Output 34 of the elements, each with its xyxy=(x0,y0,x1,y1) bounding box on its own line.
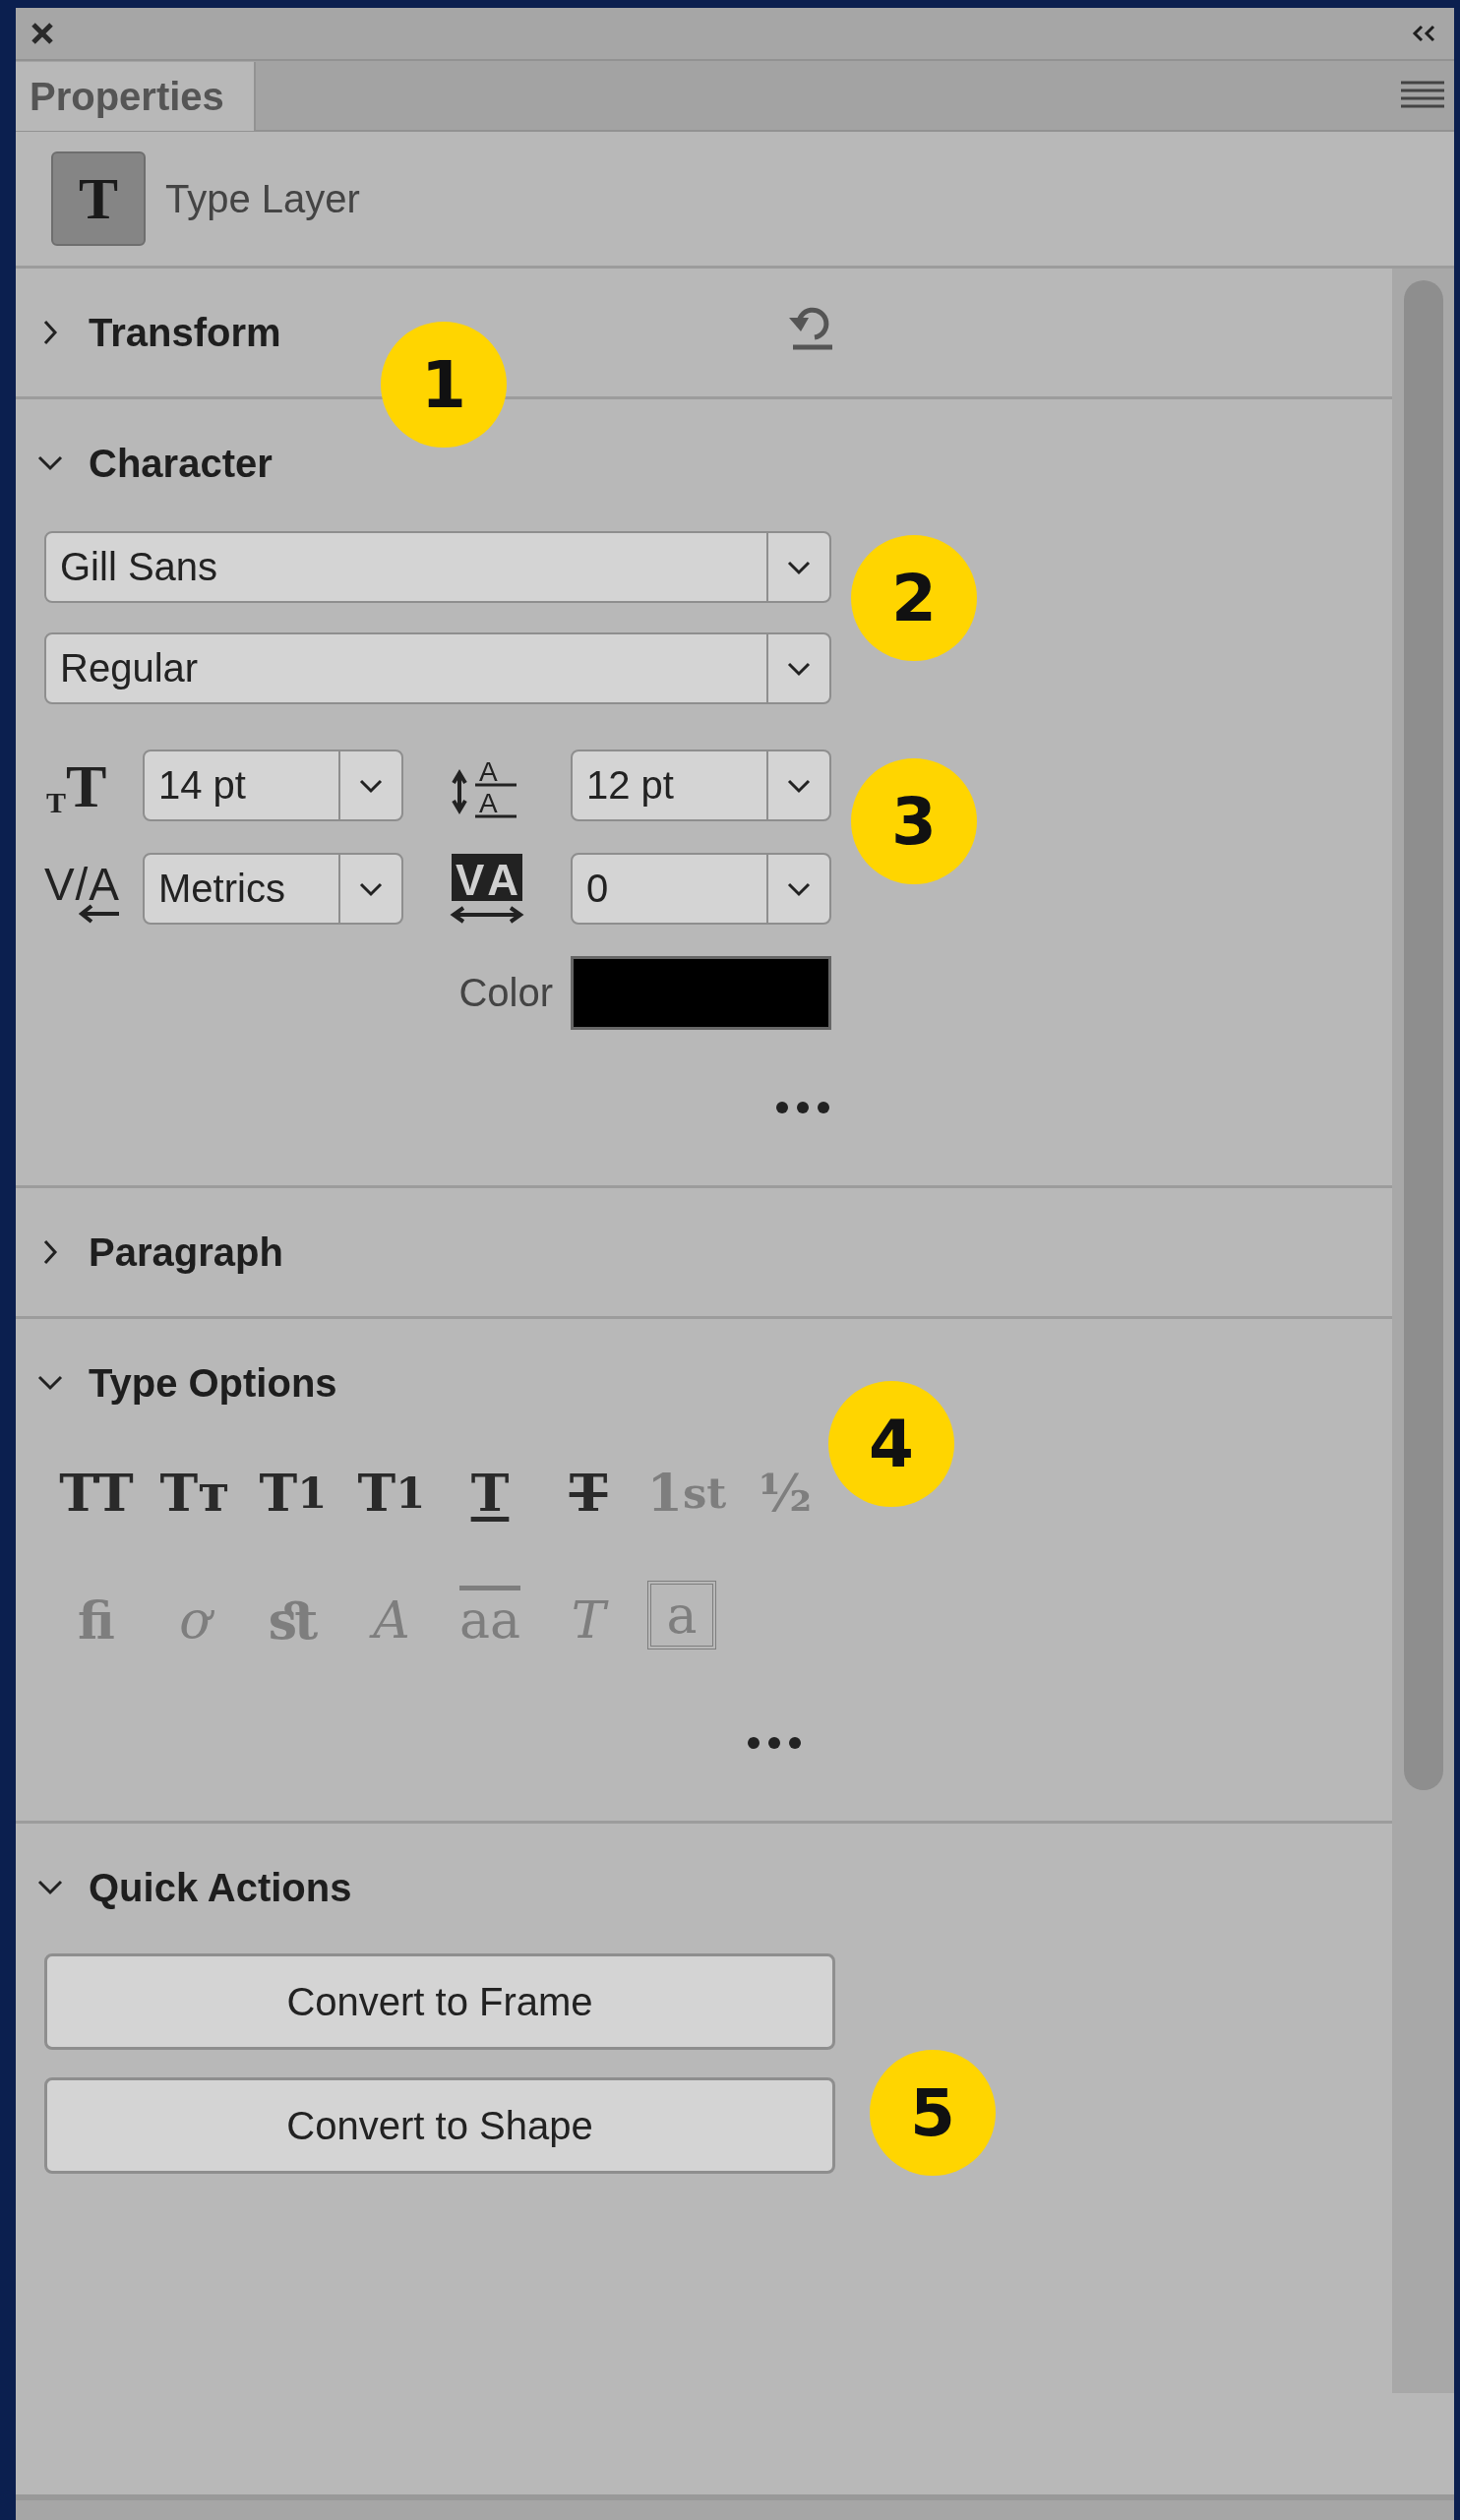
type-option-button[interactable]: Tᴛ xyxy=(155,1453,234,1531)
quick-action-button[interactable]: Convert to Frame xyxy=(44,1953,835,2050)
value-dropdown[interactable]: 12 pt xyxy=(571,750,831,821)
color-swatch[interactable] xyxy=(571,956,831,1030)
font-size-icon: TT xyxy=(44,754,119,816)
section-title[interactable]: Quick Actions xyxy=(89,1865,352,1910)
font-family-dropdown[interactable]: Gill Sans xyxy=(44,531,831,603)
value-dropdown[interactable]: 14 pt xyxy=(143,750,403,821)
menu-icon[interactable] xyxy=(1401,81,1444,110)
type-layer-icon: T xyxy=(51,151,146,246)
section-title[interactable]: Transform xyxy=(89,310,281,355)
type-option-button[interactable]: T xyxy=(549,1453,628,1531)
callout-number: 2 xyxy=(851,535,977,661)
scrollbar-thumb[interactable] xyxy=(1403,280,1443,1790)
section-title[interactable]: Type Options xyxy=(89,1360,337,1406)
color-label: Color xyxy=(457,971,554,1015)
more-icon[interactable] xyxy=(747,1736,802,1750)
type-option-button[interactable]: TT xyxy=(57,1453,136,1531)
font-style-dropdown[interactable]: Regular xyxy=(44,632,831,704)
resize-handle[interactable] xyxy=(16,2494,1454,2520)
value-dropdown[interactable]: Metrics xyxy=(143,853,403,925)
quick-action-button[interactable]: Convert to Shape xyxy=(44,2077,835,2174)
more-icon[interactable] xyxy=(775,1101,830,1114)
callout-number: 1 xyxy=(381,322,507,448)
close-icon[interactable] xyxy=(30,21,55,46)
callout-number: 5 xyxy=(870,2050,996,2176)
callout-number: 3 xyxy=(851,758,977,884)
properties-tab[interactable]: Properties xyxy=(16,62,256,131)
callout-number: 4 xyxy=(828,1381,954,1507)
value-dropdown[interactable]: 0 xyxy=(571,853,831,925)
type-option-button[interactable]: T xyxy=(451,1453,529,1531)
section-title[interactable]: Character xyxy=(89,441,273,486)
section-title[interactable]: Paragraph xyxy=(89,1230,283,1275)
layer-type-label: Type Layer xyxy=(165,176,360,221)
